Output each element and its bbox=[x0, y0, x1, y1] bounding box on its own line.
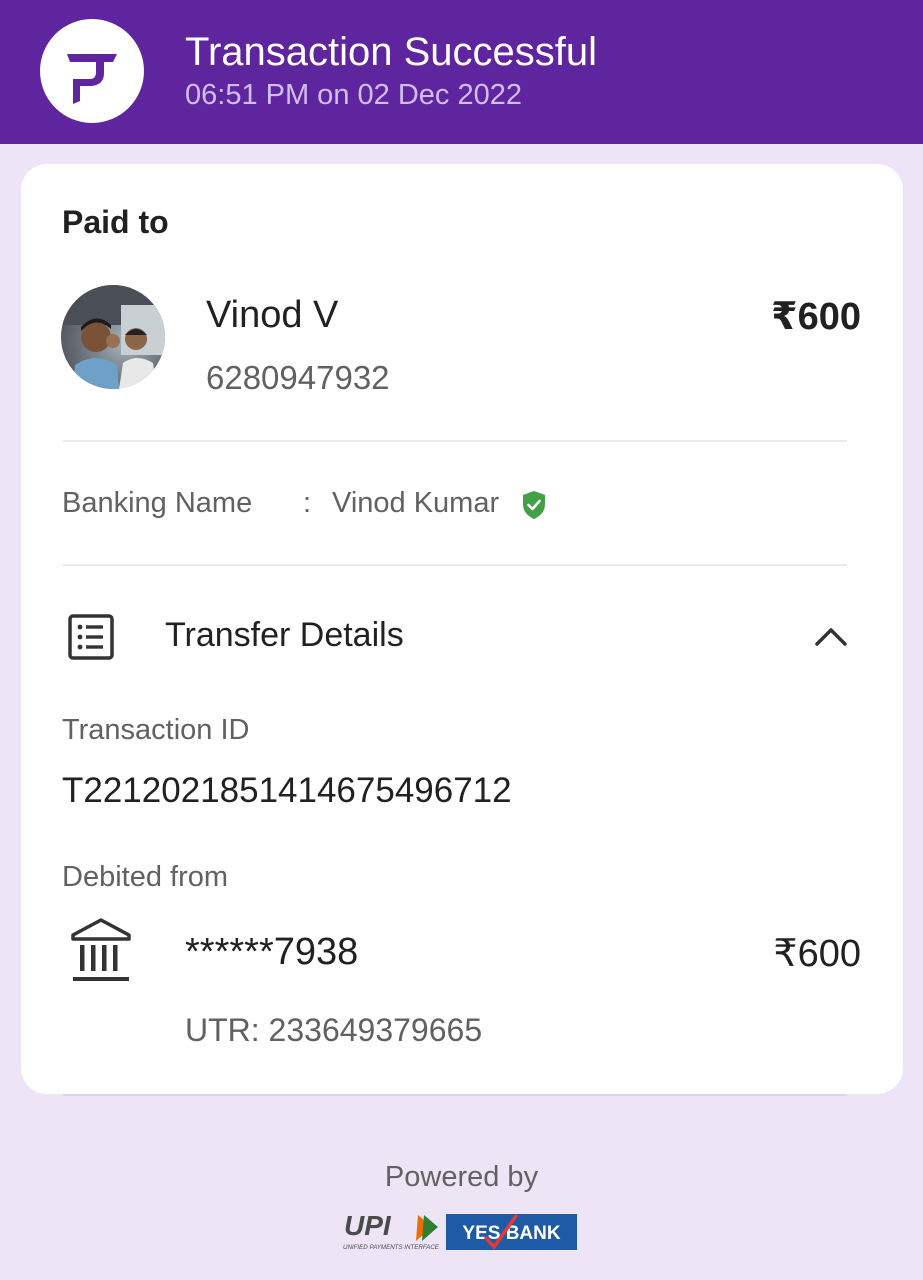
paid-amount: ₹600 bbox=[771, 296, 861, 338]
yes-bank-logo-icon: YES BANK bbox=[446, 1214, 577, 1250]
list-icon bbox=[68, 614, 114, 660]
upi-logo-subtext: UNIFIED PAYMENTS INTERFACE bbox=[343, 1244, 440, 1251]
payee-avatar[interactable] bbox=[61, 285, 165, 389]
upi-logo-text: UPI bbox=[344, 1210, 392, 1241]
status-title: Transaction Successful bbox=[185, 30, 598, 74]
transaction-id-label: Transaction ID bbox=[62, 714, 250, 746]
chevron-up-icon[interactable] bbox=[811, 622, 851, 652]
divider bbox=[63, 564, 847, 566]
banking-name-value: Vinod Kumar bbox=[332, 487, 500, 519]
banking-name-label: Banking Name bbox=[62, 487, 253, 519]
transaction-id-value[interactable]: T2212021851414675496712 bbox=[62, 771, 512, 811]
divider bbox=[63, 1094, 847, 1096]
bank-icon bbox=[71, 918, 131, 981]
utr-number[interactable]: UTR: 233649379665 bbox=[185, 1012, 482, 1049]
upi-logo-icon: UPI UNIFIED PAYMENTS INTERFACE bbox=[343, 1210, 440, 1251]
verified-shield-icon bbox=[523, 491, 545, 519]
powered-by-label: Powered by bbox=[384, 1161, 539, 1193]
phonepe-logo-icon bbox=[40, 19, 144, 123]
debited-from-label: Debited from bbox=[62, 861, 229, 893]
paid-to-label: Paid to bbox=[62, 204, 169, 240]
transaction-card: Paid to Vinod V 6280947932 ₹600 Banking … bbox=[21, 164, 903, 1094]
debit-amount: ₹600 bbox=[773, 933, 861, 975]
debit-account-number: ******7938 bbox=[185, 931, 359, 973]
payee-name: Vinod V bbox=[206, 294, 339, 336]
success-header: Transaction Successful 06:51 PM on 02 De… bbox=[0, 0, 923, 144]
banking-name-separator: : bbox=[303, 487, 312, 519]
transaction-datetime: 06:51 PM on 02 Dec 2022 bbox=[185, 79, 522, 111]
transfer-details-title[interactable]: Transfer Details bbox=[165, 616, 404, 655]
yes-bank-logo-text: YES BANK bbox=[462, 1223, 560, 1244]
payee-phone: 6280947932 bbox=[206, 359, 390, 396]
divider bbox=[63, 440, 847, 442]
